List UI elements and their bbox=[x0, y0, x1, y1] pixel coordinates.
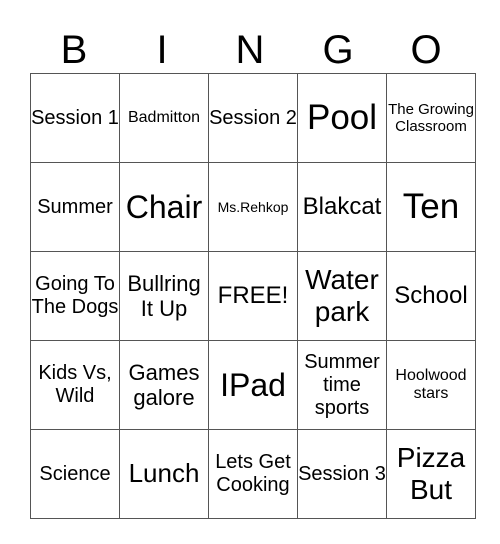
bingo-cell[interactable]: Lunch bbox=[119, 429, 209, 519]
bingo-cell[interactable]: Session 3 bbox=[297, 429, 387, 519]
bingo-cell[interactable]: Badmitton bbox=[119, 73, 209, 163]
bingo-cell[interactable]: Water park bbox=[297, 251, 387, 341]
bingo-card: Session 1 Badmitton Session 2 Pool The G… bbox=[30, 73, 476, 519]
header-letter-n: N bbox=[235, 28, 265, 72]
bingo-cell[interactable]: Going To The Dogs bbox=[30, 251, 120, 341]
bingo-cell[interactable]: School bbox=[386, 251, 476, 341]
header-letter-o: O bbox=[410, 28, 442, 72]
bingo-cell[interactable]: Summer time sports bbox=[297, 340, 387, 430]
header-letter-g: G bbox=[322, 28, 354, 72]
bingo-cell[interactable]: Ten bbox=[386, 162, 476, 252]
bingo-cell[interactable]: Ms.Rehkop bbox=[208, 162, 298, 252]
bingo-cell[interactable]: Kids Vs, Wild bbox=[30, 340, 120, 430]
bingo-row: Kids Vs, Wild Games galore IPad Summer t… bbox=[30, 340, 476, 430]
bingo-cell[interactable]: Science bbox=[30, 429, 120, 519]
bingo-cell[interactable]: IPad bbox=[208, 340, 298, 430]
bingo-cell[interactable]: Chair bbox=[119, 162, 209, 252]
bingo-row: Session 1 Badmitton Session 2 Pool The G… bbox=[30, 73, 476, 163]
bingo-cell[interactable]: Bullring It Up bbox=[119, 251, 209, 341]
bingo-cell[interactable]: The Growing Classroom bbox=[386, 73, 476, 163]
bingo-cell[interactable]: Games galore bbox=[119, 340, 209, 430]
bingo-cell[interactable]: Session 1 bbox=[30, 73, 120, 163]
bingo-cell[interactable]: Blakcat bbox=[297, 162, 387, 252]
bingo-row: Going To The Dogs Bullring It Up FREE! W… bbox=[30, 251, 476, 341]
header-letter-b: B bbox=[60, 28, 88, 72]
bingo-cell[interactable]: Pool bbox=[297, 73, 387, 163]
bingo-cell[interactable]: Lets Get Cooking bbox=[208, 429, 298, 519]
bingo-cell[interactable]: Summer bbox=[30, 162, 120, 252]
bingo-cell[interactable]: Hoolwood stars bbox=[386, 340, 476, 430]
bingo-row: Summer Chair Ms.Rehkop Blakcat Ten bbox=[30, 162, 476, 252]
bingo-cell free-space[interactable]: FREE! bbox=[208, 251, 298, 341]
bingo-cell[interactable]: Pizza But bbox=[386, 429, 476, 519]
header-letter-i: I bbox=[156, 28, 168, 72]
bingo-cell[interactable]: Session 2 bbox=[208, 73, 298, 163]
bingo-row: Science Lunch Lets Get Cooking Session 3… bbox=[30, 429, 476, 519]
bingo-header: B I N G O bbox=[30, 28, 470, 72]
